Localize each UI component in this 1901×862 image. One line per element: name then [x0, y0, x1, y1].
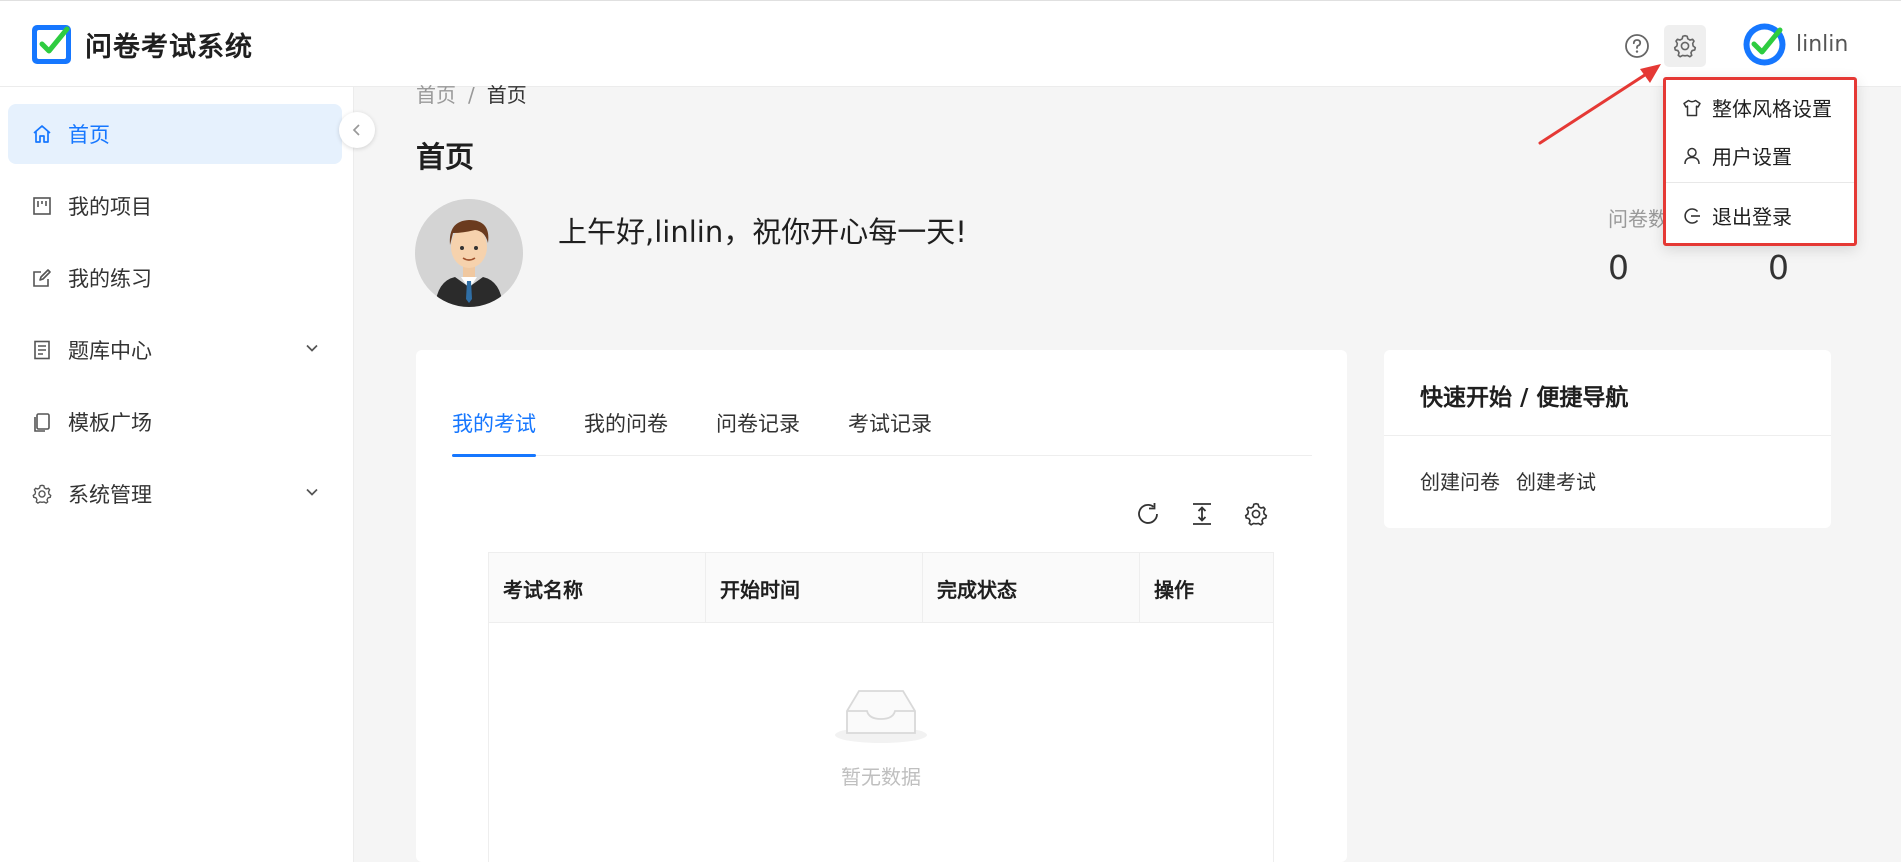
gear-icon [1673, 34, 1697, 58]
home-icon [30, 122, 54, 146]
sidebar-item-label: 系统管理 [68, 483, 152, 507]
book-icon [30, 338, 54, 362]
gear-icon [30, 482, 54, 506]
breadcrumb-link[interactable]: 首页 [416, 83, 456, 107]
tab-my-exams[interactable]: 我的考试 [452, 408, 536, 457]
sidebar-item-home[interactable]: 首页 [8, 104, 342, 164]
user-dropdown-menu: 整体风格设置 用户设置 退出登录 [1663, 77, 1857, 246]
edit-icon [30, 266, 54, 290]
chevron-left-icon [352, 124, 360, 136]
empty-text: 暂无数据 [841, 765, 921, 789]
column-height-icon [1193, 503, 1211, 525]
exam-card: 我的考试 我的问卷 问卷记录 考试记录 考试名称 开始时间 完成状态 操作 暂无… [416, 350, 1347, 862]
column-header[interactable]: 考试名称 [489, 553, 706, 623]
stat-value-exams: 0 [1768, 248, 1789, 287]
project-icon [30, 194, 54, 218]
brand[interactable]: 问卷考试系统 [30, 23, 253, 66]
menu-item-label: 用户设置 [1712, 145, 1792, 169]
sidebar: 首页 我的项目 我的练习 题库中心 模板广场 系统管理 [0, 87, 354, 862]
menu-item-logout[interactable]: 退出登录 [1682, 201, 1792, 230]
avatar [1743, 23, 1786, 66]
tab-survey-records[interactable]: 问卷记录 [716, 408, 800, 456]
create-exam-link[interactable]: 创建考试 [1516, 470, 1596, 494]
table-header: 考试名称 开始时间 完成状态 操作 [489, 553, 1273, 623]
stat-label-surveys: 问卷数 [1608, 207, 1668, 231]
chevron-down-icon [306, 344, 318, 352]
menu-item-user-settings[interactable]: 用户设置 [1682, 141, 1792, 170]
stat-value-surveys: 0 [1608, 248, 1629, 287]
tab-exam-records[interactable]: 考试记录 [848, 408, 932, 456]
user-icon [1684, 147, 1700, 164]
sidebar-item-templates[interactable]: 模板广场 [8, 392, 342, 452]
divider [1384, 435, 1831, 436]
menu-item-theme-settings[interactable]: 整体风格设置 [1682, 93, 1832, 122]
sidebar-item-label: 我的练习 [68, 267, 152, 291]
exam-table: 考试名称 开始时间 完成状态 操作 暂无数据 [488, 552, 1274, 862]
sidebar-item-question-bank[interactable]: 题库中心 [8, 320, 342, 380]
menu-divider [1666, 182, 1854, 183]
logout-icon [1684, 207, 1700, 224]
sidebar-item-projects[interactable]: 我的项目 [8, 176, 342, 236]
empty-state: 暂无数据 [489, 683, 1273, 790]
menu-item-label: 退出登录 [1712, 205, 1792, 229]
sidebar-item-label: 首页 [68, 123, 110, 147]
shirt-icon [1683, 99, 1701, 116]
create-survey-link[interactable]: 创建问卷 [1420, 470, 1500, 494]
page-title: 首页 [416, 140, 475, 174]
copy-icon [30, 410, 54, 434]
logo-icon [32, 25, 71, 64]
column-header[interactable]: 开始时间 [706, 553, 923, 623]
setting-icon [1244, 502, 1268, 526]
tab-my-surveys[interactable]: 我的问卷 [584, 408, 668, 456]
sidebar-collapse-button[interactable] [339, 112, 375, 148]
sidebar-item-label: 题库中心 [68, 339, 152, 363]
quick-nav-links: 创建问卷 创建考试 [1420, 466, 1612, 495]
user-avatar [415, 199, 523, 307]
column-settings-button[interactable] [1240, 498, 1272, 530]
username: linlin [1796, 32, 1849, 57]
settings-button[interactable] [1664, 25, 1706, 67]
greeting-text: 上午好,linlin，祝你开心每一天! [558, 215, 967, 249]
reload-button[interactable] [1132, 498, 1164, 530]
empty-inbox-icon [835, 690, 927, 743]
column-header[interactable]: 操作 [1140, 553, 1273, 623]
sidebar-item-label: 模板广场 [68, 411, 152, 435]
chevron-down-icon [306, 488, 318, 496]
breadcrumb-separator: / [468, 83, 475, 107]
app-title: 问卷考试系统 [85, 32, 253, 63]
column-header[interactable]: 完成状态 [923, 553, 1140, 623]
sidebar-item-system[interactable]: 系统管理 [8, 464, 342, 524]
density-button[interactable] [1186, 498, 1218, 530]
reload-icon [1138, 503, 1158, 524]
sidebar-item-practice[interactable]: 我的练习 [8, 248, 342, 308]
quick-nav-card: 快速开始 / 便捷导航 创建问卷 创建考试 [1384, 350, 1831, 528]
menu-item-label: 整体风格设置 [1712, 97, 1832, 121]
breadcrumb-current: 首页 [486, 83, 527, 107]
annotation-arrow [1538, 64, 1661, 145]
quick-nav-title: 快速开始 / 便捷导航 [1420, 385, 1629, 411]
breadcrumb: 首页 / 首页 [416, 79, 527, 108]
user-menu-trigger[interactable]: linlin [1743, 23, 1848, 66]
sidebar-item-label: 我的项目 [68, 195, 152, 219]
tab-bar: 我的考试 我的问卷 问卷记录 考试记录 [452, 408, 1312, 457]
